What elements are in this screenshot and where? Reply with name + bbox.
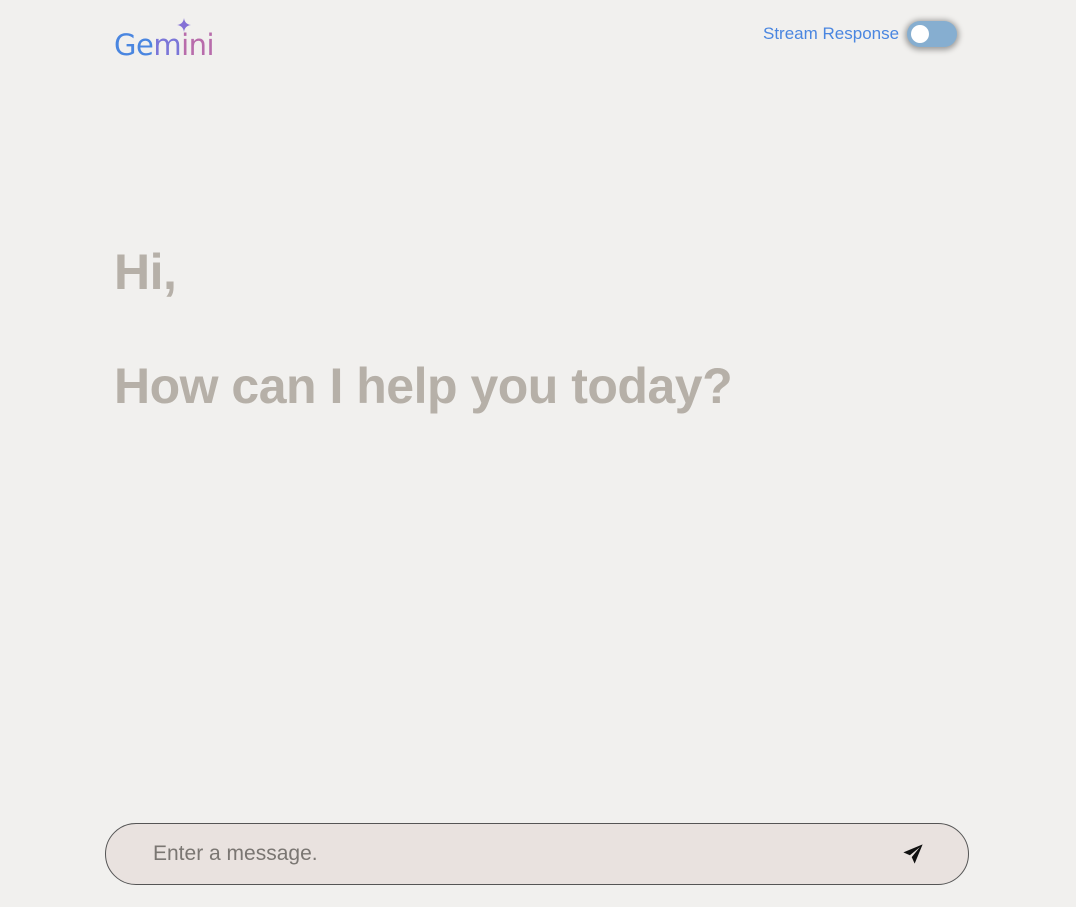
greeting-help-question: How can I help you today? xyxy=(114,358,733,414)
logo-text-part1: Ge xyxy=(114,28,154,62)
toggle-knob xyxy=(911,25,930,43)
logo-text-part3: ini xyxy=(181,28,215,62)
logo-text-part2: m xyxy=(153,28,182,62)
stream-response-label: Stream Response xyxy=(763,24,900,43)
message-input[interactable] xyxy=(151,841,893,867)
sparkle-icon xyxy=(177,18,191,32)
gemini-logo: Ge m ini xyxy=(114,18,215,62)
greeting-hi: Hi, xyxy=(114,244,177,300)
message-composer xyxy=(105,823,969,885)
stream-response-toggle[interactable] xyxy=(907,21,958,47)
paper-plane-icon xyxy=(903,844,923,864)
greeting: Hi, How can I help you today? xyxy=(114,240,733,418)
send-button[interactable] xyxy=(893,834,933,874)
app-page: Ge m ini Stream Response Hi, How can I hel… xyxy=(0,0,1076,907)
stream-response-control: Stream Response xyxy=(763,18,958,50)
